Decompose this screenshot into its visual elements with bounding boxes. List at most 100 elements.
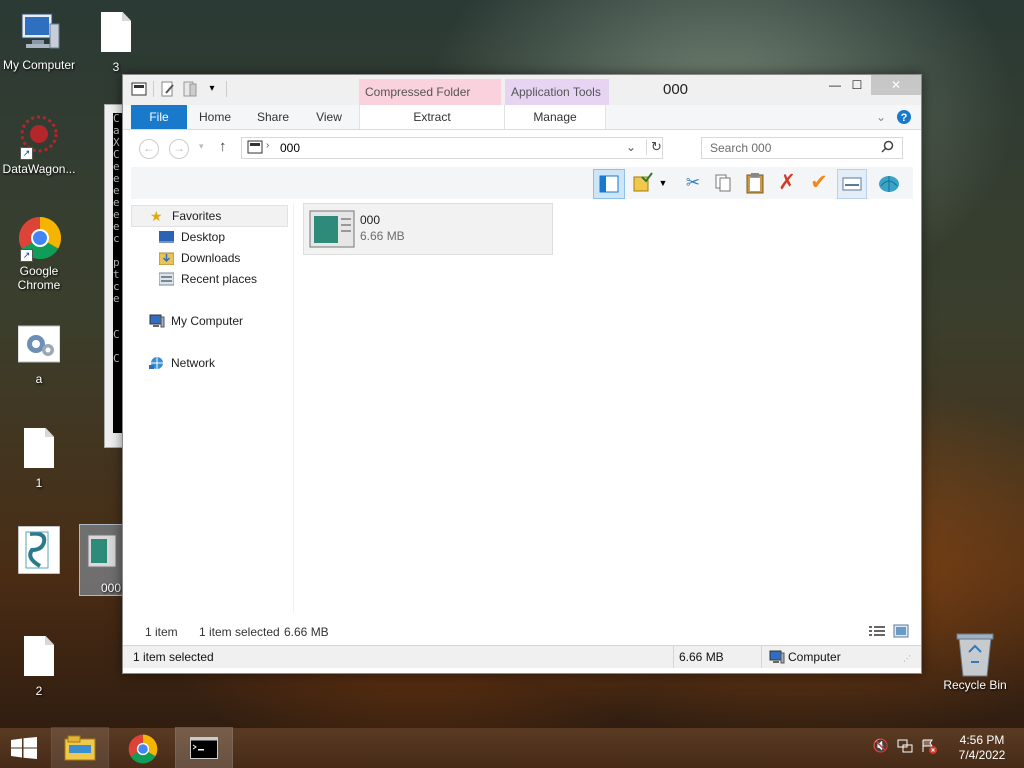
help-icon[interactable]: ? — [895, 105, 913, 129]
copy-icon[interactable] — [711, 171, 735, 195]
nav-my-computer[interactable]: My Computer — [149, 311, 289, 331]
clock-date: 7/4/2022 — [958, 748, 1006, 762]
nav-favorites[interactable]: ★ Favorites — [131, 205, 288, 227]
properties-icon[interactable] — [160, 81, 176, 97]
new-folder-icon[interactable] — [182, 81, 198, 97]
network-icon — [149, 356, 164, 370]
recent-locations-icon[interactable]: ▾ — [199, 141, 204, 152]
chrome-icon: ↗ — [18, 216, 62, 262]
desktop-icon-google-chrome[interactable]: ↗ Google Chrome — [1, 216, 77, 292]
nav-label: Network — [171, 356, 216, 370]
network-status-icon[interactable] — [896, 738, 914, 756]
nav-downloads[interactable]: Downloads — [158, 248, 289, 268]
pane-divider[interactable] — [293, 203, 294, 613]
resize-grip-icon[interactable]: ⋰ — [903, 654, 911, 663]
search-icon[interactable] — [881, 140, 894, 156]
desktop-icon-my-computer[interactable]: My Computer — [1, 10, 77, 72]
file-list: 000 6.66 MB — [299, 203, 909, 613]
nav-network[interactable]: Network — [149, 353, 289, 373]
desktop-folder-icon — [159, 230, 174, 244]
address-bar[interactable]: › 000 ⌄ ↻ — [241, 137, 663, 159]
desktop-icon-000[interactable]: 000 — [79, 524, 123, 596]
delete-icon[interactable]: ✗ — [775, 171, 799, 195]
address-path[interactable]: 000 — [280, 141, 300, 155]
downloads-folder-icon — [158, 251, 175, 266]
computer-icon — [769, 650, 785, 667]
tab-share[interactable]: Share — [251, 105, 295, 129]
selection-count: 1 item selected — [199, 625, 280, 639]
details-view-icon[interactable] — [869, 625, 885, 641]
title-bar[interactable]: ▾ Compressed Folder Tools Application To… — [123, 75, 921, 125]
search-placeholder: Search 000 — [710, 141, 772, 155]
customize-qat-icon[interactable]: ▾ — [204, 81, 220, 97]
command-toolbar: ▼ ✂ ✗ ✔ — [131, 167, 913, 199]
document-icon — [18, 428, 60, 474]
desktop-icon-file-1[interactable]: 1 — [1, 428, 77, 490]
expand-ribbon-icon[interactable]: ⌄ — [871, 105, 891, 129]
desktop-icon-label: Recycle Bin — [943, 678, 1007, 692]
tab-home[interactable]: Home — [193, 105, 237, 129]
desktop-icon-script[interactable] — [1, 525, 77, 575]
navigation-pane-icon[interactable] — [593, 169, 625, 199]
taskbar-clock[interactable]: 4:56 PM 7/4/2022 — [950, 733, 1014, 763]
windows-logo-icon — [11, 737, 37, 762]
tab-view[interactable]: View — [307, 105, 351, 129]
tab-file[interactable]: File — [131, 105, 187, 129]
file-item[interactable]: 000 6.66 MB — [303, 203, 553, 255]
file-name: 000 — [360, 213, 381, 227]
close-button[interactable]: ✕ — [871, 75, 921, 95]
nav-label: Desktop — [181, 230, 226, 244]
tab-manage[interactable]: Manage — [505, 105, 606, 129]
world-shell-icon[interactable] — [877, 171, 901, 195]
shortcut-arrow-icon: ↗ — [20, 147, 33, 160]
desktop-icon-file-2[interactable]: 2 — [1, 636, 77, 698]
taskbar-chrome[interactable] — [116, 728, 172, 768]
nav-label: Favorites — [172, 209, 222, 223]
recycle-bin-icon — [954, 630, 996, 677]
computer-icon — [149, 314, 165, 328]
desktop-icon-label: Google Chrome — [17, 264, 61, 292]
nav-recent-places[interactable]: Recent places — [158, 269, 289, 289]
navigation-pane: ★ Favorites Desktop Downloads Recent pla… — [131, 203, 291, 613]
forward-button[interactable]: → — [169, 139, 189, 159]
rename-check-icon[interactable]: ✔ — [807, 171, 831, 195]
desktop-icon-datawagon[interactable]: ↗ DataWagon... — [1, 114, 77, 176]
status-size: 6.66 MB — [679, 650, 724, 664]
volume-muted-icon[interactable]: 🔇 — [872, 738, 890, 756]
desktop-icon-a[interactable]: a — [1, 324, 77, 386]
command-prompt-icon — [190, 737, 218, 762]
back-button[interactable]: ← — [139, 139, 159, 159]
address-dropdown-icon[interactable]: ⌄ — [626, 140, 636, 154]
properties-panel-icon[interactable] — [837, 169, 867, 199]
paste-icon[interactable] — [743, 171, 767, 195]
search-input[interactable]: Search 000 — [701, 137, 903, 159]
taskbar-file-explorer[interactable] — [51, 727, 109, 768]
check-dropdown-icon[interactable]: ▼ — [657, 171, 669, 195]
start-button[interactable] — [0, 728, 48, 768]
explorer-window[interactable]: ▾ Compressed Folder Tools Application To… — [122, 74, 922, 674]
tab-extract[interactable]: Extract — [359, 105, 505, 129]
desktop-icon-recycle-bin[interactable]: Recycle Bin — [937, 630, 1013, 692]
desktop-icon-label: My Computer — [2, 58, 76, 72]
cut-icon[interactable]: ✂ — [681, 171, 705, 195]
context-tab-application-tools[interactable]: Application Tools — [505, 79, 609, 105]
status-selected: 1 item selected — [133, 650, 214, 664]
refresh-icon[interactable]: ↻ — [646, 139, 662, 155]
recent-places-icon — [158, 272, 175, 286]
context-tab-compressed-folder-tools[interactable]: Compressed Folder Tools — [359, 79, 501, 125]
chevron-right-icon[interactable]: › — [266, 140, 269, 151]
document-icon — [95, 12, 137, 58]
archive-icon — [80, 533, 122, 579]
status-location: Computer — [788, 650, 841, 664]
large-icons-view-icon[interactable] — [893, 624, 909, 641]
action-center-icon[interactable] — [920, 738, 938, 756]
taskbar-command-prompt[interactable] — [175, 727, 233, 768]
script-file-icon — [17, 525, 61, 575]
up-button[interactable]: ↑ — [219, 138, 227, 155]
desktop-icon-file-3[interactable]: 3 — [78, 12, 154, 74]
clock-time: 4:56 PM — [959, 733, 1005, 747]
check-folder-icon[interactable] — [631, 171, 655, 195]
desktop-icon-label: DataWagon... — [2, 162, 76, 176]
folder-window-icon[interactable] — [131, 81, 147, 97]
nav-desktop[interactable]: Desktop — [159, 227, 289, 247]
